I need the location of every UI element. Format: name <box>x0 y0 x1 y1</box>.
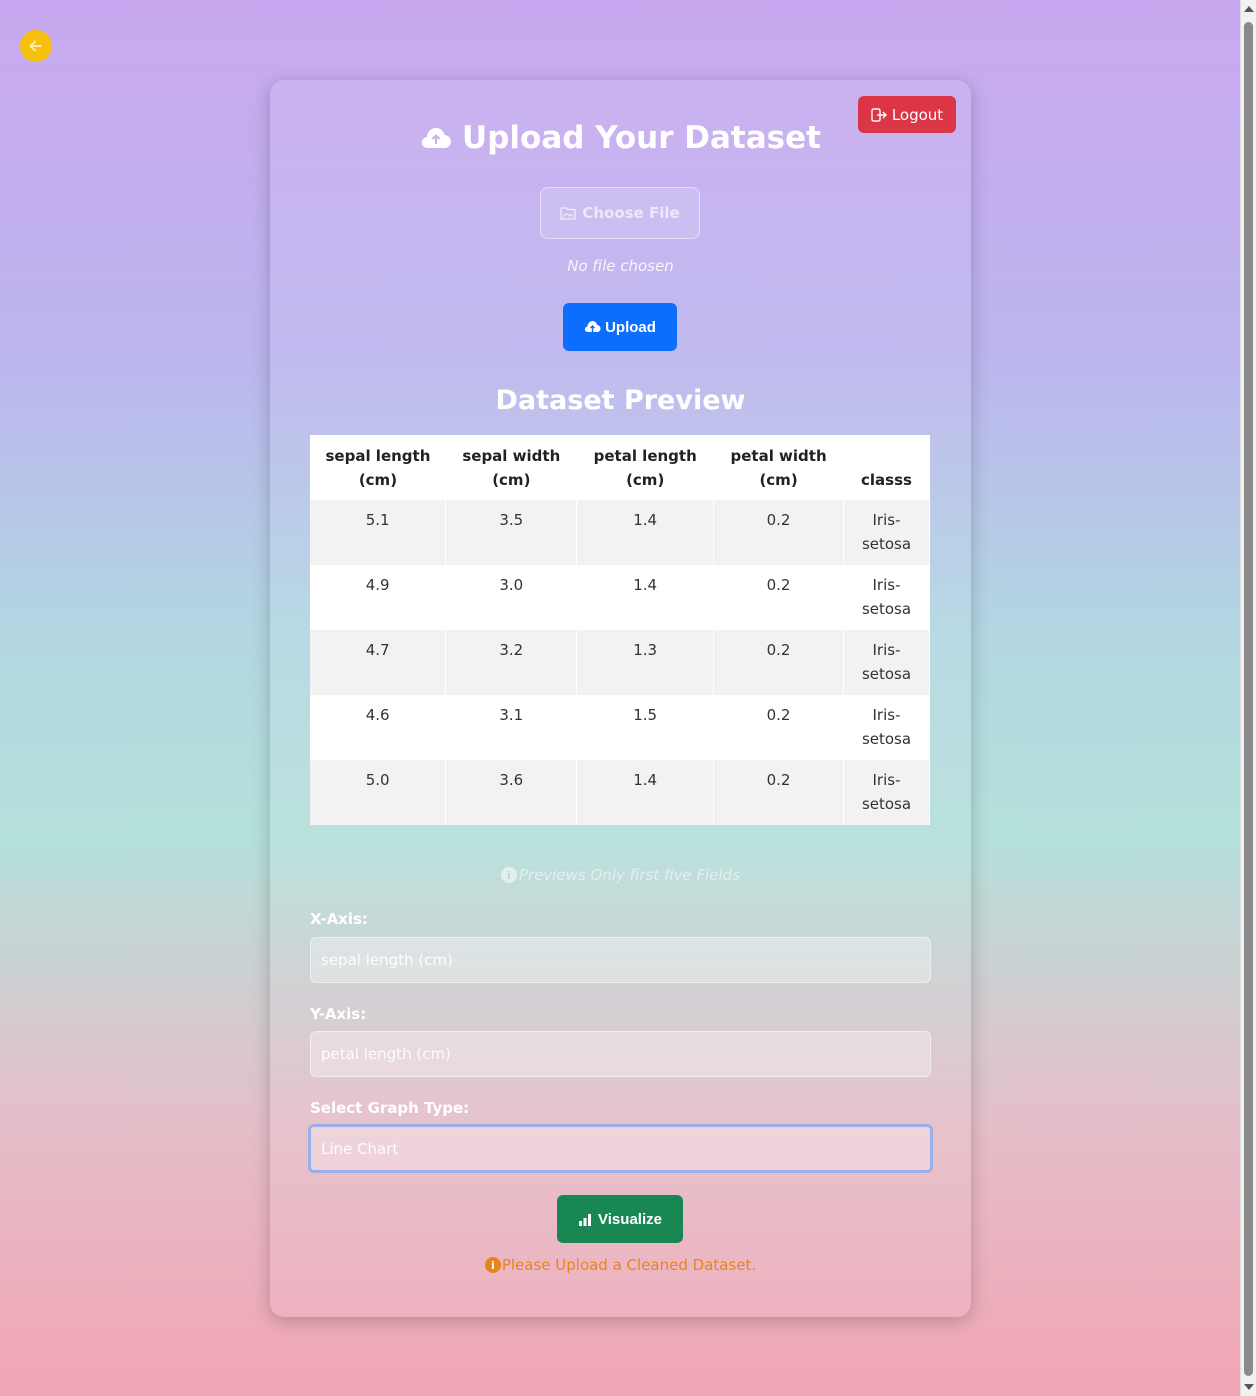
table-cell: Iris-setosa <box>843 760 930 825</box>
table-cell: 1.4 <box>576 760 715 825</box>
visualize-button[interactable]: Visualize <box>557 1195 683 1243</box>
info-icon: i <box>484 1257 501 1273</box>
arrow-left-icon <box>29 40 42 52</box>
scrollbar-thumb[interactable] <box>1244 22 1253 1376</box>
dataset-preview-title: Dataset Preview <box>495 385 746 416</box>
table-cell: 3.5 <box>445 500 578 565</box>
info-icon: i <box>500 867 517 883</box>
table-cell: 3.1 <box>445 695 578 760</box>
back-button[interactable] <box>20 30 52 62</box>
graph-type-select[interactable]: Line Chart <box>308 1124 933 1173</box>
column-header: petal width (cm) <box>730 447 827 489</box>
table-cell: 1.4 <box>576 500 715 565</box>
table-cell: 1.4 <box>576 565 715 630</box>
table-cell: 5.0 <box>310 760 447 825</box>
table-cell: 0.2 <box>713 760 844 825</box>
table-cell: 4.7 <box>310 630 447 695</box>
column-header: sepal width (cm) <box>462 447 561 489</box>
column-header: classs <box>861 471 912 489</box>
upload-label: Upload <box>605 318 656 336</box>
table-cell: Iris-setosa <box>843 695 930 760</box>
table-cell: 0.2 <box>713 695 844 760</box>
column-header: sepal length (cm) <box>325 447 431 489</box>
table-row: 5.0 3.6 1.4 0.2 Iris-setosa <box>310 760 930 825</box>
visualize-label: Visualize <box>598 1210 662 1228</box>
page-title-text: Upload Your Dataset <box>462 120 821 156</box>
bar-chart-icon <box>579 1213 592 1226</box>
cloud-upload-icon <box>584 321 601 334</box>
table-header-row: sepal length (cm) sepal width (cm) petal l… <box>310 435 930 500</box>
table-cell: Iris-setosa <box>843 630 930 695</box>
file-status: No file chosen <box>567 257 674 275</box>
scroll-down-arrow-icon[interactable] <box>1244 1384 1254 1390</box>
table-cell: Iris-setosa <box>843 565 930 630</box>
table-row: 5.1 3.5 1.4 0.2 Iris-setosa <box>310 500 930 565</box>
y-axis-value: petal length (cm) <box>321 1045 451 1063</box>
table-cell: 5.1 <box>310 500 447 565</box>
table-cell: 0.2 <box>713 630 844 695</box>
choose-file-button[interactable]: Choose File <box>540 187 700 239</box>
upload-button[interactable]: Upload <box>563 303 677 351</box>
table-cell: 3.0 <box>445 565 578 630</box>
table-row: 4.9 3.0 1.4 0.2 Iris-setosa <box>310 565 930 630</box>
x-axis-value: sepal length (cm) <box>321 951 453 969</box>
table-row: 4.6 3.1 1.5 0.2 Iris-setosa <box>310 695 930 760</box>
x-axis-label: X-Axis: <box>310 910 368 928</box>
table-cell: 3.6 <box>445 760 578 825</box>
page-title: Upload Your Dataset <box>270 120 971 156</box>
vertical-scrollbar[interactable] <box>1240 0 1256 1396</box>
y-axis-select[interactable]: petal length (cm) <box>310 1031 931 1077</box>
upload-card: Logout Upload Your Dataset Choose File N… <box>270 80 971 1317</box>
cloud-upload-icon <box>421 128 452 148</box>
dataset-preview-table: sepal length (cm) sepal width (cm) petal l… <box>310 435 930 825</box>
graph-type-value: Line Chart <box>321 1139 399 1158</box>
upload-warning: i Please Upload a Cleaned Dataset. <box>270 1256 971 1274</box>
scroll-up-arrow-icon[interactable] <box>1244 6 1254 12</box>
choose-file-label: Choose File <box>582 204 680 222</box>
folder-icon <box>560 207 576 220</box>
table-cell: 1.5 <box>576 695 715 760</box>
table-row: 4.7 3.2 1.3 0.2 Iris-setosa <box>310 630 930 695</box>
upload-warning-text: Please Upload a Cleaned Dataset. <box>501 1256 757 1274</box>
x-axis-select[interactable]: sepal length (cm) <box>310 937 931 983</box>
table-cell: 1.3 <box>576 630 715 695</box>
preview-note: i Previews Only first five Fields <box>270 866 971 884</box>
table-cell: 4.9 <box>310 565 447 630</box>
table-cell: Iris-setosa <box>843 500 930 565</box>
y-axis-label: Y-Axis: <box>310 1005 367 1023</box>
column-header: petal length (cm) <box>593 447 697 489</box>
table-cell: 0.2 <box>713 565 844 630</box>
table-cell: 0.2 <box>713 500 844 565</box>
table-cell: 3.2 <box>445 630 578 695</box>
graph-type-label: Select Graph Type: <box>310 1099 470 1117</box>
table-cell: 4.6 <box>310 695 447 760</box>
preview-note-text: Previews Only first five Fields <box>518 866 741 884</box>
